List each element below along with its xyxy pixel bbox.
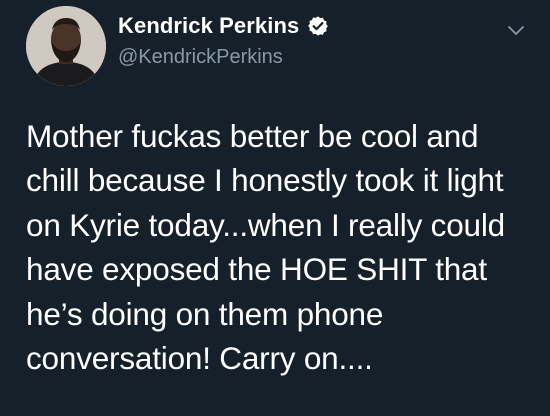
verified-badge-icon [307, 15, 329, 37]
tweet-text: Mother fuckas better be cool and chill b… [26, 114, 536, 380]
user-handle[interactable]: @KendrickPerkins [118, 46, 329, 69]
tweet-card: Kendrick Perkins @KendrickPerkins Mother… [0, 0, 550, 416]
avatar-photo [26, 6, 106, 86]
user-info: Kendrick Perkins @KendrickPerkins [118, 12, 329, 69]
avatar[interactable] [26, 6, 106, 86]
tweet-text-line: Mother fuckas better be cool and [26, 118, 479, 154]
name-row: Kendrick Perkins [118, 12, 329, 40]
display-name[interactable]: Kendrick Perkins [118, 13, 299, 39]
tweet-text-line: have exposed the HOE SHIT that [26, 251, 487, 288]
tweet-text-line: on Kyrie today...when I really could [26, 206, 505, 243]
tweet-text-line: chill because I honestly took it light [26, 162, 504, 199]
tweet-text-line: he’s doing on them phone [26, 295, 384, 332]
tweet-text-line: conversation! Carry on.... [26, 340, 373, 377]
chevron-down-icon[interactable] [505, 24, 527, 38]
